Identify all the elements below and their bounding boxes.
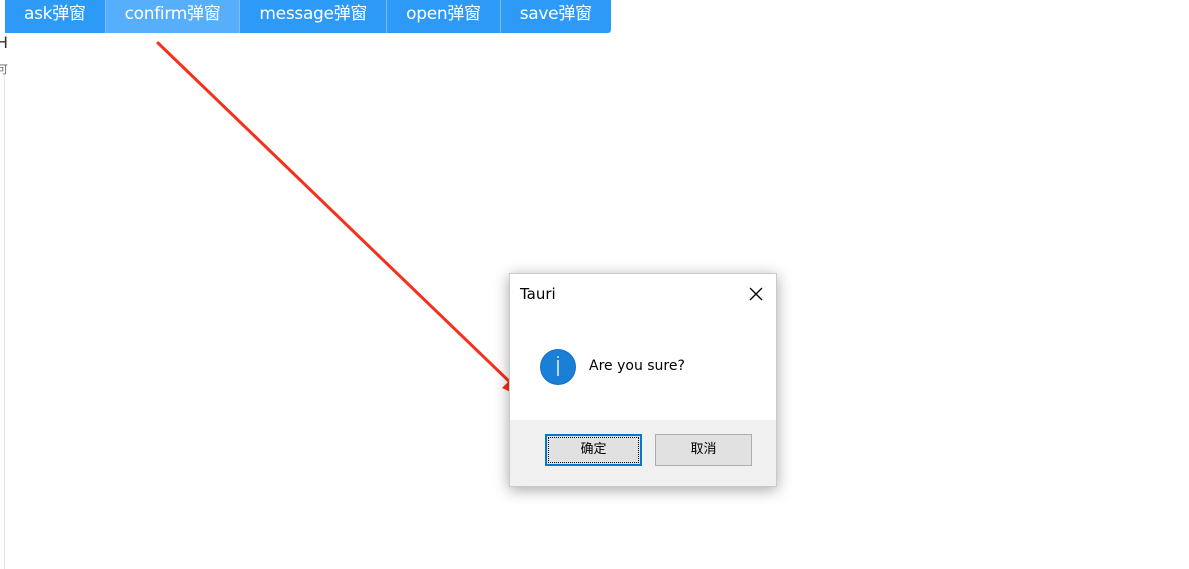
dialog-footer: 确定 取消 (510, 420, 776, 486)
ask-dialog-button[interactable]: ask弹窗 (5, 0, 106, 33)
info-icon (539, 348, 577, 386)
dialog-body: Are you sure? (510, 338, 776, 398)
confirm-dialog: Tauri Are you sure? 确定 取消 (509, 273, 777, 487)
open-dialog-button[interactable]: open弹窗 (387, 0, 501, 33)
dialog-demo-toolbar: ask弹窗 confirm弹窗 message弹窗 open弹窗 save弹窗 (5, 0, 611, 33)
save-dialog-button[interactable]: save弹窗 (500, 0, 611, 33)
divider (4, 75, 5, 569)
message-dialog-button[interactable]: message弹窗 (240, 0, 388, 33)
close-icon[interactable] (744, 282, 768, 306)
dialog-title: Tauri (520, 285, 556, 303)
dialog-message: Are you sure? (589, 358, 685, 374)
ok-button[interactable]: 确定 (545, 434, 642, 466)
app-page: H 可 ask弹窗 confirm弹窗 message弹窗 open弹窗 sav… (0, 0, 1189, 569)
confirm-dialog-button[interactable]: confirm弹窗 (105, 0, 241, 33)
cancel-button[interactable]: 取消 (655, 434, 752, 466)
clipped-window-edge: H 可 (0, 33, 9, 569)
clipped-text-1: H (0, 33, 9, 52)
